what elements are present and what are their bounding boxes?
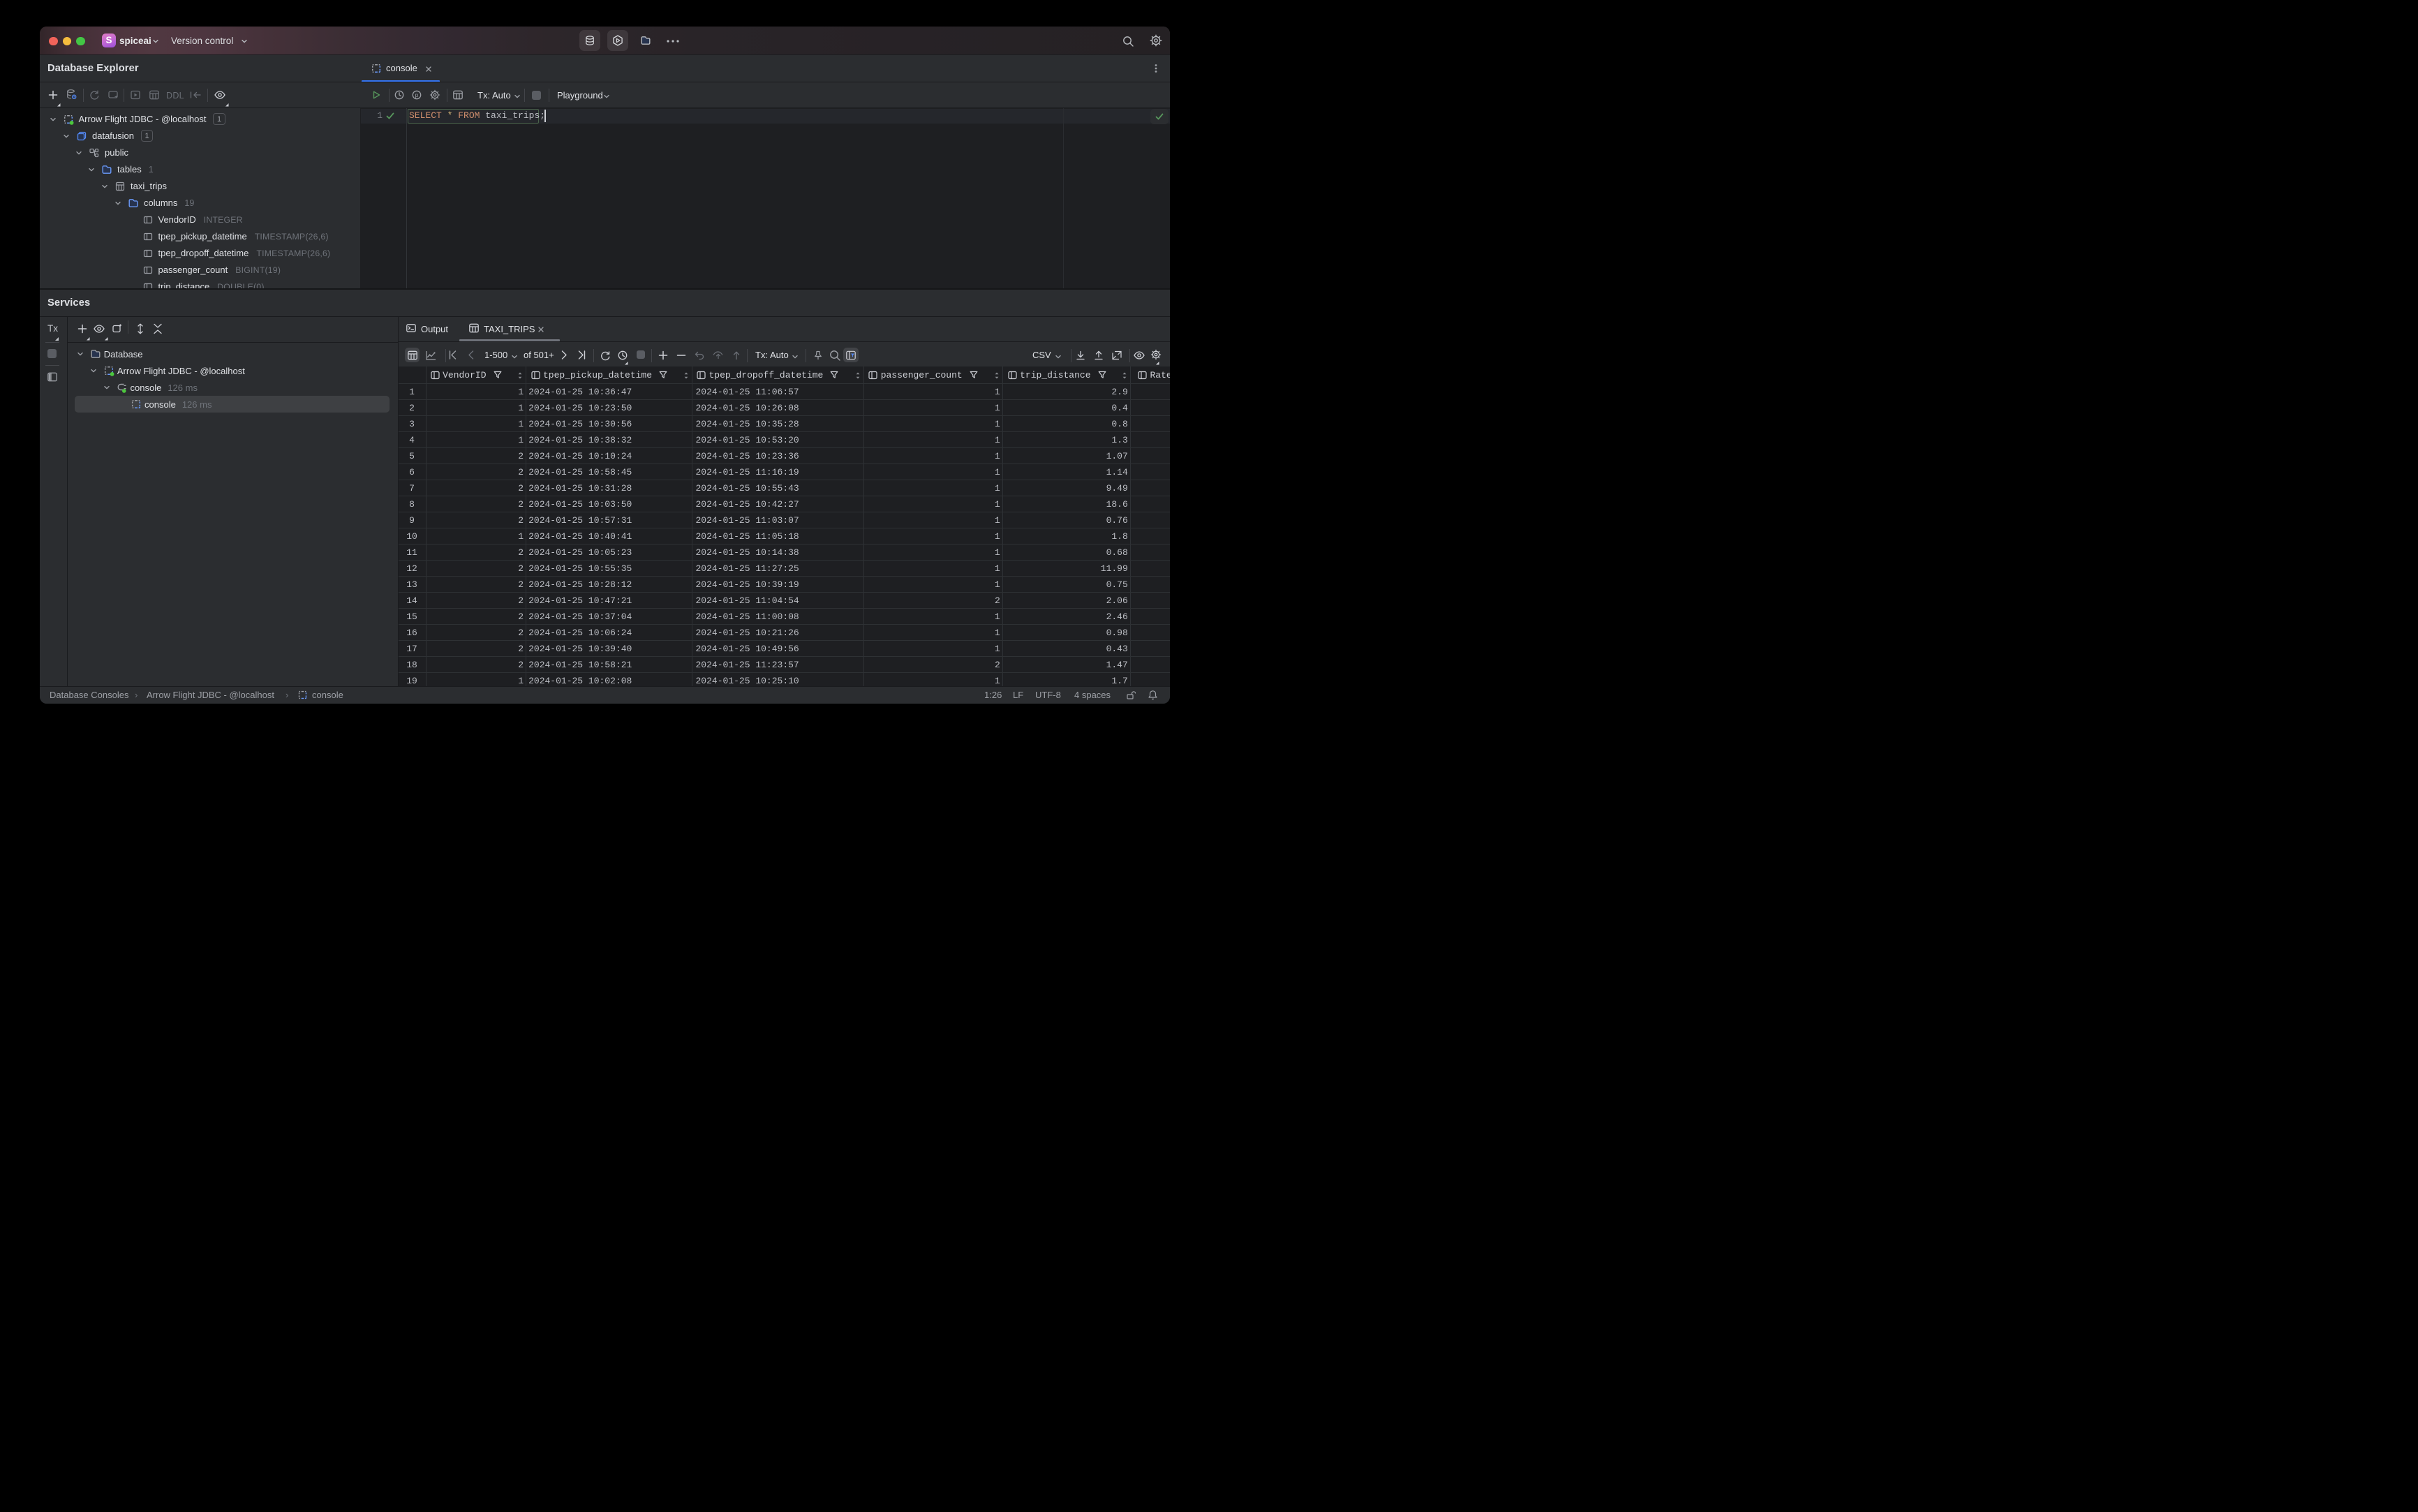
svg-text:p: p bbox=[415, 91, 419, 98]
